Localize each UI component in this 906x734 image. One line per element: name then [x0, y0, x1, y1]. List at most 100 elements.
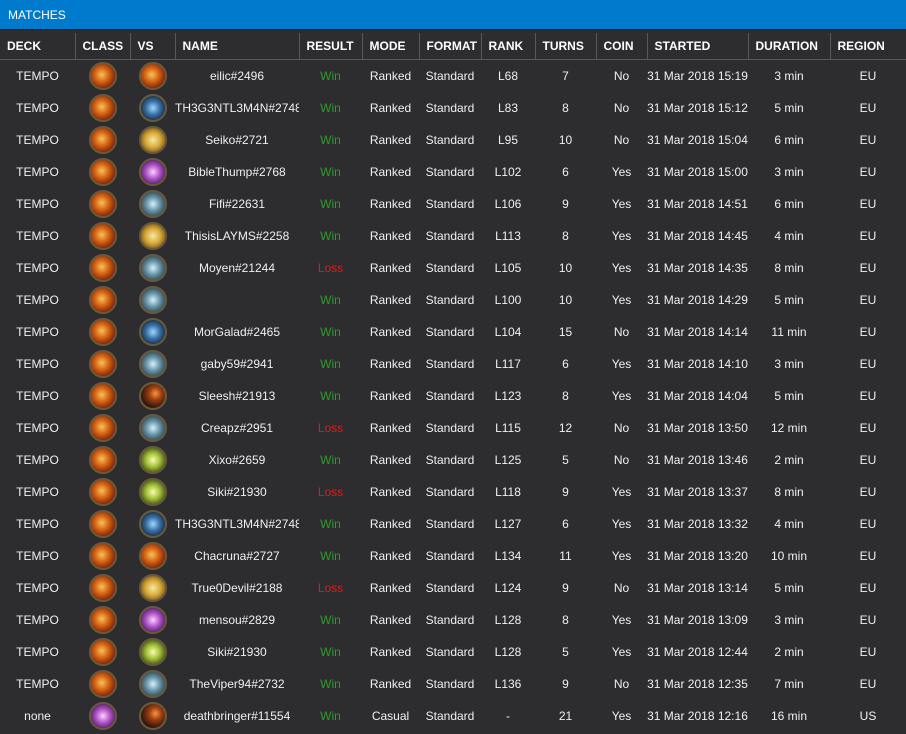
result-cell: Win: [320, 101, 341, 115]
column-header-coin[interactable]: COIN: [596, 33, 648, 60]
class-cell: [75, 604, 130, 636]
class-cell: [75, 156, 130, 188]
class-cell: [75, 284, 130, 316]
rogue-class-icon: [88, 446, 117, 474]
rogue-class-icon: [88, 510, 117, 538]
table-row[interactable]: TEMPO ThisisLAYMS#2258 Win Ranked Standard L1…: [0, 220, 906, 252]
table-row[interactable]: TEMPO Chacruna#2727 Win Ranked Standard L134 1…: [0, 540, 906, 572]
format-cell: Standard: [425, 325, 475, 339]
coin-cell: No: [613, 101, 630, 115]
started-cell: 31 Mar 2018 14:51: [647, 197, 748, 211]
duration-cell: 5 min: [774, 293, 804, 307]
duration-cell: 4 min: [774, 229, 804, 243]
mode-cell: Ranked: [369, 517, 412, 531]
format-cell: Standard: [425, 197, 475, 211]
column-header-name[interactable]: NAME: [175, 33, 300, 60]
table-row[interactable]: TEMPO Siki#21930 Loss Ranked Standard L118 9 Ye…: [0, 476, 906, 508]
vs-cell: [130, 252, 175, 284]
class-cell: [75, 700, 130, 732]
table-row[interactable]: TEMPO Xixo#2659 Win Ranked Standard L125 5 No 31…: [0, 444, 906, 476]
vs-cell: [130, 124, 175, 156]
table-row[interactable]: none deathbringer#11554 Win Casual Standard -…: [0, 700, 906, 732]
table-row[interactable]: TEMPO Fifi#22631 Win Ranked Standard L106 9 Yes…: [0, 188, 906, 220]
duration-cell: 2 min: [774, 645, 804, 659]
rank-cell: L136: [494, 677, 522, 691]
table-row[interactable]: TEMPO Creapz#2951 Loss Ranked Standard L115 12…: [0, 412, 906, 444]
column-header-result[interactable]: RESULT: [299, 33, 363, 60]
turns-cell: 8: [562, 613, 569, 627]
rogue-class-icon: [88, 414, 117, 442]
turns-cell: 9: [562, 581, 569, 595]
opponent-name-cell: TheViper94#2732: [189, 677, 285, 691]
rogue-class-icon: [88, 190, 117, 218]
rank-cell: L115: [495, 421, 521, 435]
table-row[interactable]: TEMPO MorGalad#2465 Win Ranked Standard L104 1…: [0, 316, 906, 348]
warrior-class-icon: [138, 318, 167, 346]
format-cell: Standard: [425, 69, 475, 83]
vs-cell: [130, 348, 175, 380]
table-row[interactable]: TEMPO TH3G3NTL3M4N#2748 Win Ranked Standard L…: [0, 508, 906, 540]
table-row[interactable]: TEMPO True0Devil#2188 Loss Ranked Standard L1…: [0, 572, 906, 604]
rank-cell: L104: [494, 325, 522, 339]
started-cell: 31 Mar 2018 13:50: [647, 421, 748, 435]
mode-cell: Ranked: [369, 133, 412, 147]
coin-cell: Yes: [611, 613, 632, 627]
rank-cell: L83: [497, 101, 519, 115]
region-cell: EU: [859, 261, 877, 275]
table-row[interactable]: TEMPO Win Ranked Standard L100 10 Yes 31 Mar 20…: [0, 284, 906, 316]
class-cell: [75, 124, 130, 156]
region-cell: EU: [859, 293, 877, 307]
column-header-started[interactable]: STARTED: [647, 33, 749, 60]
table-row[interactable]: TEMPO TheViper94#2732 Win Ranked Standard L13…: [0, 668, 906, 700]
column-header-turns[interactable]: TURNS: [535, 33, 597, 60]
rank-cell: L128: [494, 613, 522, 627]
deck-cell: TEMPO: [16, 421, 59, 435]
mode-cell: Ranked: [369, 485, 412, 499]
region-cell: US: [859, 709, 877, 723]
table-row[interactable]: TEMPO Sleesh#21913 Win Ranked Standard L123 8 Y…: [0, 380, 906, 412]
coin-cell: Yes: [611, 709, 632, 723]
column-header-rank[interactable]: RANK: [481, 33, 536, 60]
coin-cell: Yes: [611, 517, 632, 531]
column-header-mode[interactable]: MODE: [362, 33, 420, 60]
result-cell: Loss: [317, 581, 344, 595]
coin-cell: No: [613, 453, 630, 467]
column-header-region[interactable]: REGION: [830, 33, 906, 60]
opponent-name-cell: MorGalad#2465: [193, 325, 281, 339]
format-cell: Standard: [425, 133, 475, 147]
vs-cell: [130, 668, 175, 700]
table-row[interactable]: TEMPO gaby59#2941 Win Ranked Standard L117 6 Ye…: [0, 348, 906, 380]
rogue-class-icon: [88, 382, 117, 410]
table-row[interactable]: TEMPO Seiko#2721 Win Ranked Standard L95 10 No 3…: [0, 124, 906, 156]
format-cell: Standard: [425, 229, 475, 243]
table-row[interactable]: TEMPO mensou#2829 Win Ranked Standard L128 8 Ye…: [0, 604, 906, 636]
column-header-format[interactable]: FORMAT: [419, 33, 482, 60]
table-row[interactable]: TEMPO Siki#21930 Win Ranked Standard L128 5 Yes…: [0, 636, 906, 668]
table-row[interactable]: TEMPO BibleThump#2768 Win Ranked Standard L10…: [0, 156, 906, 188]
table-row[interactable]: TEMPO eilic#2496 Win Ranked Standard L68 7 No 31…: [0, 60, 906, 93]
rogue-class-icon: [88, 254, 117, 282]
column-header-vs[interactable]: VS: [130, 33, 176, 60]
rogue-class-icon: [88, 126, 117, 154]
rogue-class-icon: [88, 478, 117, 506]
started-cell: 31 Mar 2018 14:29: [647, 293, 748, 307]
result-cell: Win: [320, 133, 341, 147]
coin-cell: Yes: [611, 485, 632, 499]
table-row[interactable]: TEMPO TH3G3NTL3M4N#2748 Win Ranked Standard L…: [0, 92, 906, 124]
region-cell: EU: [859, 69, 877, 83]
started-cell: 31 Mar 2018 12:16: [647, 709, 748, 723]
column-header-class[interactable]: CLASS: [75, 33, 131, 60]
started-cell: 31 Mar 2018 13:09: [647, 613, 748, 627]
column-header-deck[interactable]: DECK: [0, 33, 76, 60]
class-cell: [75, 60, 130, 93]
duration-cell: 3 min: [774, 357, 804, 371]
started-cell: 31 Mar 2018 15:12: [647, 101, 748, 115]
duration-cell: 5 min: [774, 581, 804, 595]
format-cell: Standard: [425, 357, 475, 371]
class-cell: [75, 540, 130, 572]
coin-cell: No: [613, 133, 630, 147]
rogue-class-icon: [88, 62, 117, 90]
column-header-duration[interactable]: DURATION: [748, 33, 831, 60]
table-row[interactable]: TEMPO Moyen#21244 Loss Ranked Standard L105 10…: [0, 252, 906, 284]
turns-cell: 5: [562, 453, 569, 467]
